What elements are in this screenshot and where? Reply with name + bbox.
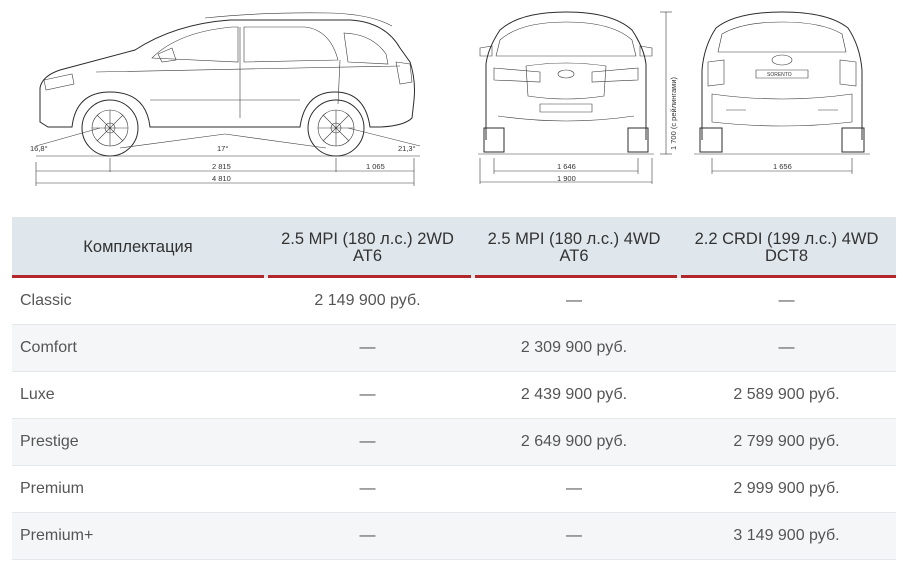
- price-cell: 2 309 900 руб.: [520, 339, 628, 356]
- price-cell: —: [566, 292, 582, 309]
- header-trim-label: Комплектация: [83, 238, 193, 256]
- rear-view-drawing: [694, 11, 870, 174]
- trim-name: Prestige: [20, 433, 79, 450]
- header-trim: Комплектация: [12, 217, 264, 278]
- side-view-drawing: [35, 12, 421, 186]
- price-cell: —: [359, 480, 376, 497]
- header-accent-bar: [475, 275, 677, 278]
- rear-track: 1 656: [773, 162, 792, 171]
- price-cell: —: [778, 292, 795, 309]
- price-table: Комплектация 2.5 MPI (180 л.с.) 2WD AT6 …: [12, 217, 896, 560]
- header-engine-3: 2.2 CRDI (199 л.с.) 4WD DCT8: [677, 217, 896, 278]
- table-header: Комплектация 2.5 MPI (180 л.с.) 2WD AT6 …: [12, 217, 896, 278]
- side-departure-angle: 21,3°: [398, 144, 416, 153]
- trim-name: Premium+: [20, 527, 94, 544]
- header-engine-2-label: 2.5 MPI (180 л.с.) 4WD AT6: [487, 229, 661, 265]
- price-cell: 2 589 900 руб.: [733, 386, 840, 403]
- price-cell: 2 999 900 руб.: [733, 480, 840, 497]
- side-rear-overhang: 1 065: [366, 162, 385, 171]
- header-engine-1: 2.5 MPI (180 л.с.) 2WD AT6: [264, 217, 471, 278]
- header-accent-bar: [681, 275, 896, 278]
- header-engine-3-label: 2.2 CRDI (199 л.с.) 4WD DCT8: [694, 229, 879, 265]
- price-cell: 2 439 900 руб.: [520, 386, 628, 403]
- dimension-svg: 16,8° 17° 21,3° 2 815 1 065 4 810 1 646 …: [30, 11, 870, 186]
- price-cell: —: [566, 480, 582, 497]
- front-track: 1 646: [557, 162, 576, 171]
- price-cell: —: [359, 433, 376, 450]
- price-cell: —: [359, 527, 376, 544]
- vehicle-dimension-drawings: 16,8° 17° 21,3° 2 815 1 065 4 810 1 646 …: [0, 0, 908, 200]
- side-ramp-angle: 17°: [217, 144, 228, 153]
- header-engine-1-label: 2.5 MPI (180 л.с.) 2WD AT6: [281, 229, 454, 265]
- header-accent-bar: [268, 275, 471, 278]
- side-length: 4 810: [212, 174, 231, 183]
- price-cell: 3 149 900 руб.: [733, 527, 840, 544]
- price-cell: —: [566, 527, 582, 544]
- table-row: Comfort — 2 309 900 руб. —: [12, 325, 896, 372]
- header-accent-bar: [12, 275, 264, 278]
- rear-badge: SORENTO: [767, 72, 792, 78]
- trim-name: Classic: [20, 292, 72, 309]
- table-row: Prestige — 2 649 900 руб. 2 799 900 руб.: [12, 419, 896, 466]
- front-width: 1 900: [557, 174, 576, 183]
- side-wheelbase: 2 815: [212, 162, 231, 171]
- trim-name: Luxe: [20, 386, 55, 403]
- trim-name: Premium: [20, 480, 85, 497]
- price-cell: 2 649 900 руб.: [520, 433, 628, 450]
- table-row: Luxe — 2 439 900 руб. 2 589 900 руб.: [12, 372, 896, 419]
- price-cell: —: [778, 339, 795, 356]
- front-view-drawing: [478, 11, 672, 184]
- header-engine-2: 2.5 MPI (180 л.с.) 4WD AT6: [471, 217, 677, 278]
- front-height: 1 700 (с рейлингами): [669, 76, 678, 150]
- table-row: Premium — — 2 999 900 руб.: [12, 466, 896, 513]
- trim-name: Comfort: [20, 339, 77, 356]
- side-approach-angle: 16,8°: [30, 144, 48, 153]
- table-row: Classic 2 149 900 руб. — —: [12, 278, 896, 325]
- table-row: Premium+ — — 3 149 900 руб.: [12, 513, 896, 560]
- price-cell: —: [359, 386, 376, 403]
- price-cell: 2 799 900 руб.: [733, 433, 840, 450]
- price-cell: 2 149 900 руб.: [314, 292, 421, 309]
- price-cell: —: [359, 339, 376, 356]
